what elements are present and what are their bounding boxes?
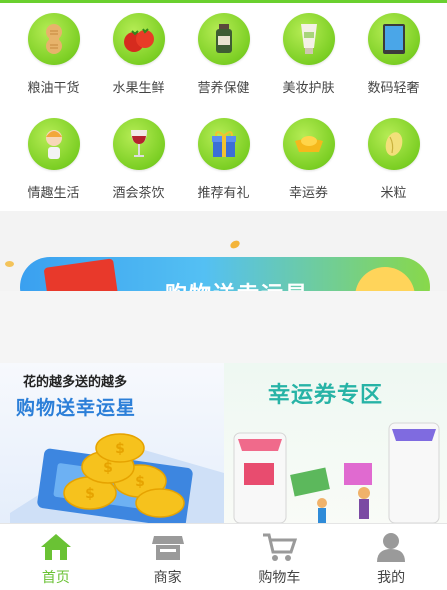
promo-banner[interactable]: 购物送幸运星 [0,211,447,291]
tab-cart[interactable]: 购物车 [224,524,336,590]
person-icon [377,533,406,562]
gold-ingot-icon [282,118,335,170]
category-label: 数码轻奢 [367,81,420,96]
coins-illustration: $ $ $ $ [10,433,224,523]
category-drinks[interactable]: 酒会茶饮 [96,118,181,223]
category-rice-points[interactable]: 米粒 [351,118,436,223]
tablet-icon [367,13,420,65]
category-row-2: 情趣生活 酒会茶饮 推荐有礼 幸运券 米粒 [0,118,447,223]
tab-merchants[interactable]: 商家 [112,524,224,590]
tab-profile[interactable]: 我的 [335,524,447,590]
category-fresh-fruit[interactable]: 水果生鲜 [96,13,181,118]
category-grid: 粮油干货 水果生鲜 营养保健 美妆护肤 数码轻奢 情趣生活 酒会茶饮 推荐有礼 … [0,13,447,223]
promo-card-lucky-coupon[interactable]: 幸运券专区 [224,363,447,523]
svg-text:$: $ [103,460,113,476]
wine-glass-icon [112,118,165,170]
category-nutrition[interactable]: 营养保健 [181,13,266,118]
tab-label: 首页 [41,570,70,586]
cart-icon [263,533,298,561]
peanut-icon [27,13,80,65]
category-digital[interactable]: 数码轻奢 [351,13,436,118]
store-icon [151,536,184,560]
bottom-tab-bar: 首页 商家 购物车 我的 [0,523,447,590]
category-referral-gift[interactable]: 推荐有礼 [181,118,266,223]
banner-text: 购物送幸运星 [165,277,309,291]
cosmetic-tube-icon [282,13,335,65]
category-lucky-coupon[interactable]: 幸运券 [266,118,351,223]
svg-text:$: $ [115,441,125,457]
tab-label: 购物车 [258,570,301,586]
home-icon [40,534,71,560]
rice-grain-icon [367,118,420,170]
coin-decoration [228,238,242,251]
category-row-1: 粮油干货 水果生鲜 营养保健 美妆护肤 数码轻奢 [0,13,447,118]
category-lifestyle[interactable]: 情趣生活 [11,118,96,223]
tab-label: 我的 [377,570,406,586]
tab-home[interactable]: 首页 [0,524,112,590]
spacer [0,291,447,363]
promo-card-lucky-star[interactable]: 花的越多送的越多 购物送幸运星 $ $ $ $ [0,363,224,523]
category-label: 米粒 [380,186,407,201]
category-label: 情趣生活 [27,186,80,201]
category-label: 推荐有礼 [197,186,250,201]
tomato-icon [112,13,165,65]
shopping-illustration [233,422,440,523]
category-label: 水果生鲜 [112,81,165,96]
category-grain-oil[interactable]: 粮油干货 [11,13,96,118]
category-panel: 粮油干货 水果生鲜 营养保健 美妆护肤 数码轻奢 情趣生活 酒会茶饮 推荐有礼 … [0,3,447,211]
girl-avatar-icon [27,118,80,170]
category-label: 营养保健 [197,81,250,96]
tab-label: 商家 [153,570,182,586]
svg-text:$: $ [135,474,145,490]
gift-box-icon [197,118,250,170]
svg-text:$: $ [85,486,95,502]
coin-decoration [5,261,14,267]
supplement-bottle-icon [197,13,250,65]
category-label: 酒会茶饮 [112,186,165,201]
category-label: 幸运券 [288,186,328,201]
category-label: 美妆护肤 [282,81,335,96]
category-beauty[interactable]: 美妆护肤 [266,13,351,118]
category-label: 粮油干货 [27,81,80,96]
